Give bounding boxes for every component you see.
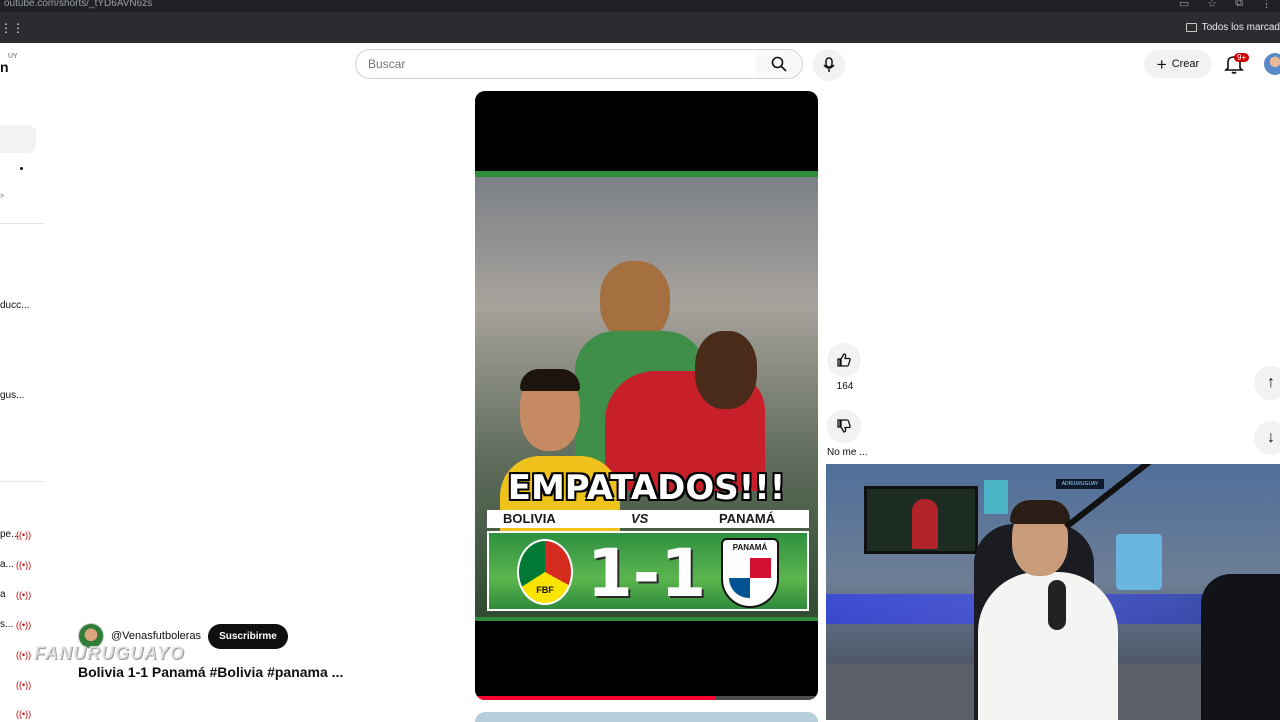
sidebar-item-shorts[interactable] — [0, 125, 36, 153]
live-icon: ((•)) — [16, 590, 32, 600]
stream-watermark: FANURUGUAYO — [34, 643, 185, 663]
microphone — [1048, 580, 1066, 630]
sidebar-item-1[interactable]: ducc... — [0, 300, 29, 311]
player-figure — [695, 331, 757, 409]
green-border — [475, 171, 818, 177]
subscribe-button[interactable]: Suscribirme — [208, 623, 288, 649]
live-icon: ((•)) — [16, 530, 32, 540]
menu-icon[interactable]: ⋮ — [1261, 0, 1272, 10]
tv-player-figure — [912, 499, 938, 549]
team-b-name: PANAMÁ — [719, 511, 776, 526]
crest-b-text: PANAMÁ — [732, 543, 768, 552]
bookmarks-bar: ⋮⋮ Todos los marcad — [0, 12, 1280, 43]
sidebar-live-item-4[interactable]: s... — [0, 619, 13, 630]
thumbs-up-icon — [837, 353, 851, 367]
next-short-preview[interactable] — [475, 712, 818, 722]
dislike-label: No me ... — [827, 447, 868, 458]
sidebar-live-item-3[interactable]: a — [0, 589, 6, 600]
dislike-button[interactable] — [827, 409, 861, 443]
versus-label: VS — [631, 511, 649, 526]
previous-short-button[interactable]: ↑ — [1254, 366, 1280, 400]
presenter-figure — [520, 369, 580, 391]
green-border — [475, 617, 818, 621]
sidebar-divider — [0, 223, 44, 224]
account-avatar[interactable] — [1264, 53, 1280, 75]
live-icon[interactable]: ((•)) — [16, 680, 31, 690]
wall-poster — [984, 480, 1008, 514]
arrow-down-icon: ↓ — [1267, 429, 1275, 446]
panama-crest-icon: PANAMÁ — [721, 538, 779, 608]
apps-grid-icon[interactable]: ⋮⋮ — [0, 21, 24, 35]
notification-badge: 9+ — [1234, 53, 1250, 62]
sidebar-divider — [0, 481, 44, 482]
video-progress-fill — [475, 696, 716, 700]
arrow-up-icon: ↑ — [1267, 374, 1275, 391]
streamer-hair — [1010, 500, 1070, 524]
thumbs-down-icon — [837, 419, 851, 433]
extension-icon[interactable]: ⧉ — [1235, 0, 1243, 10]
next-short-button[interactable]: ↓ — [1254, 421, 1280, 455]
tv-screen — [864, 486, 978, 554]
sidebar-item-partial[interactable]: > — [0, 193, 4, 200]
video-title[interactable]: Bolivia 1-1 Panamá #Bolivia #panama ... — [78, 664, 343, 680]
plus-icon: + — [1156, 54, 1167, 74]
cast-icon[interactable]: ▭ — [1179, 0, 1189, 10]
framed-jersey — [1116, 534, 1162, 590]
search-icon — [771, 56, 787, 72]
microphone-icon — [823, 57, 835, 72]
channel-handle[interactable]: @Venasfutboleras — [111, 630, 201, 642]
second-chair — [1201, 574, 1280, 720]
create-button[interactable]: + Crear — [1144, 50, 1212, 78]
sidebar: > ducc... gus... pe... ((•)) a... ((•)) … — [0, 43, 48, 720]
live-icon: ((•)) — [16, 620, 32, 630]
team-a-name: BOLIVIA — [503, 511, 556, 526]
browser-icons: ▭ ☆ ⧉ ⋮ — [1179, 0, 1272, 10]
voice-search-button[interactable] — [813, 49, 845, 81]
bookmark-star-icon[interactable]: ☆ — [1207, 0, 1217, 10]
mic-arm — [1064, 464, 1187, 530]
video-progress-bar[interactable] — [475, 696, 818, 700]
live-icon: ((•)) — [16, 560, 32, 570]
url-text[interactable]: outube.com/shorts/_tYD6AVN6zs — [4, 0, 152, 9]
short-headline: EMPATADOS!!! — [507, 468, 786, 508]
search-input[interactable]: Buscar — [355, 49, 757, 79]
webcam-overlay: ADRIURUGUAY — [826, 464, 1280, 720]
live-icon[interactable]: ((•)) — [16, 709, 31, 719]
sidebar-indicator-dot — [20, 167, 23, 170]
live-icon[interactable]: ((•)) — [16, 650, 31, 660]
sidebar-item-2[interactable]: gus... — [0, 390, 24, 401]
search-button[interactable] — [756, 49, 803, 79]
player-figure — [600, 261, 670, 341]
sidebar-live-item-2[interactable]: a... — [0, 559, 14, 570]
neon-sign: ADRIURUGUAY — [1056, 479, 1104, 489]
like-count: 164 — [836, 381, 854, 392]
short-video-player[interactable]: EMPATADOS!!! BOLIVIA VS PANAMÁ FBF 1-1 P… — [475, 91, 818, 700]
like-button[interactable] — [827, 343, 861, 377]
all-bookmarks-folder[interactable]: Todos los marcad — [1185, 22, 1280, 33]
create-label: Crear — [1171, 58, 1200, 70]
folder-label: Todos los marcad — [1201, 22, 1280, 33]
crest-shield — [729, 558, 771, 598]
folder-icon — [1185, 23, 1197, 32]
browser-url-bar: outube.com/shorts/_tYD6AVN6zs ▭ ☆ ⧉ ⋮ — [0, 0, 1280, 12]
